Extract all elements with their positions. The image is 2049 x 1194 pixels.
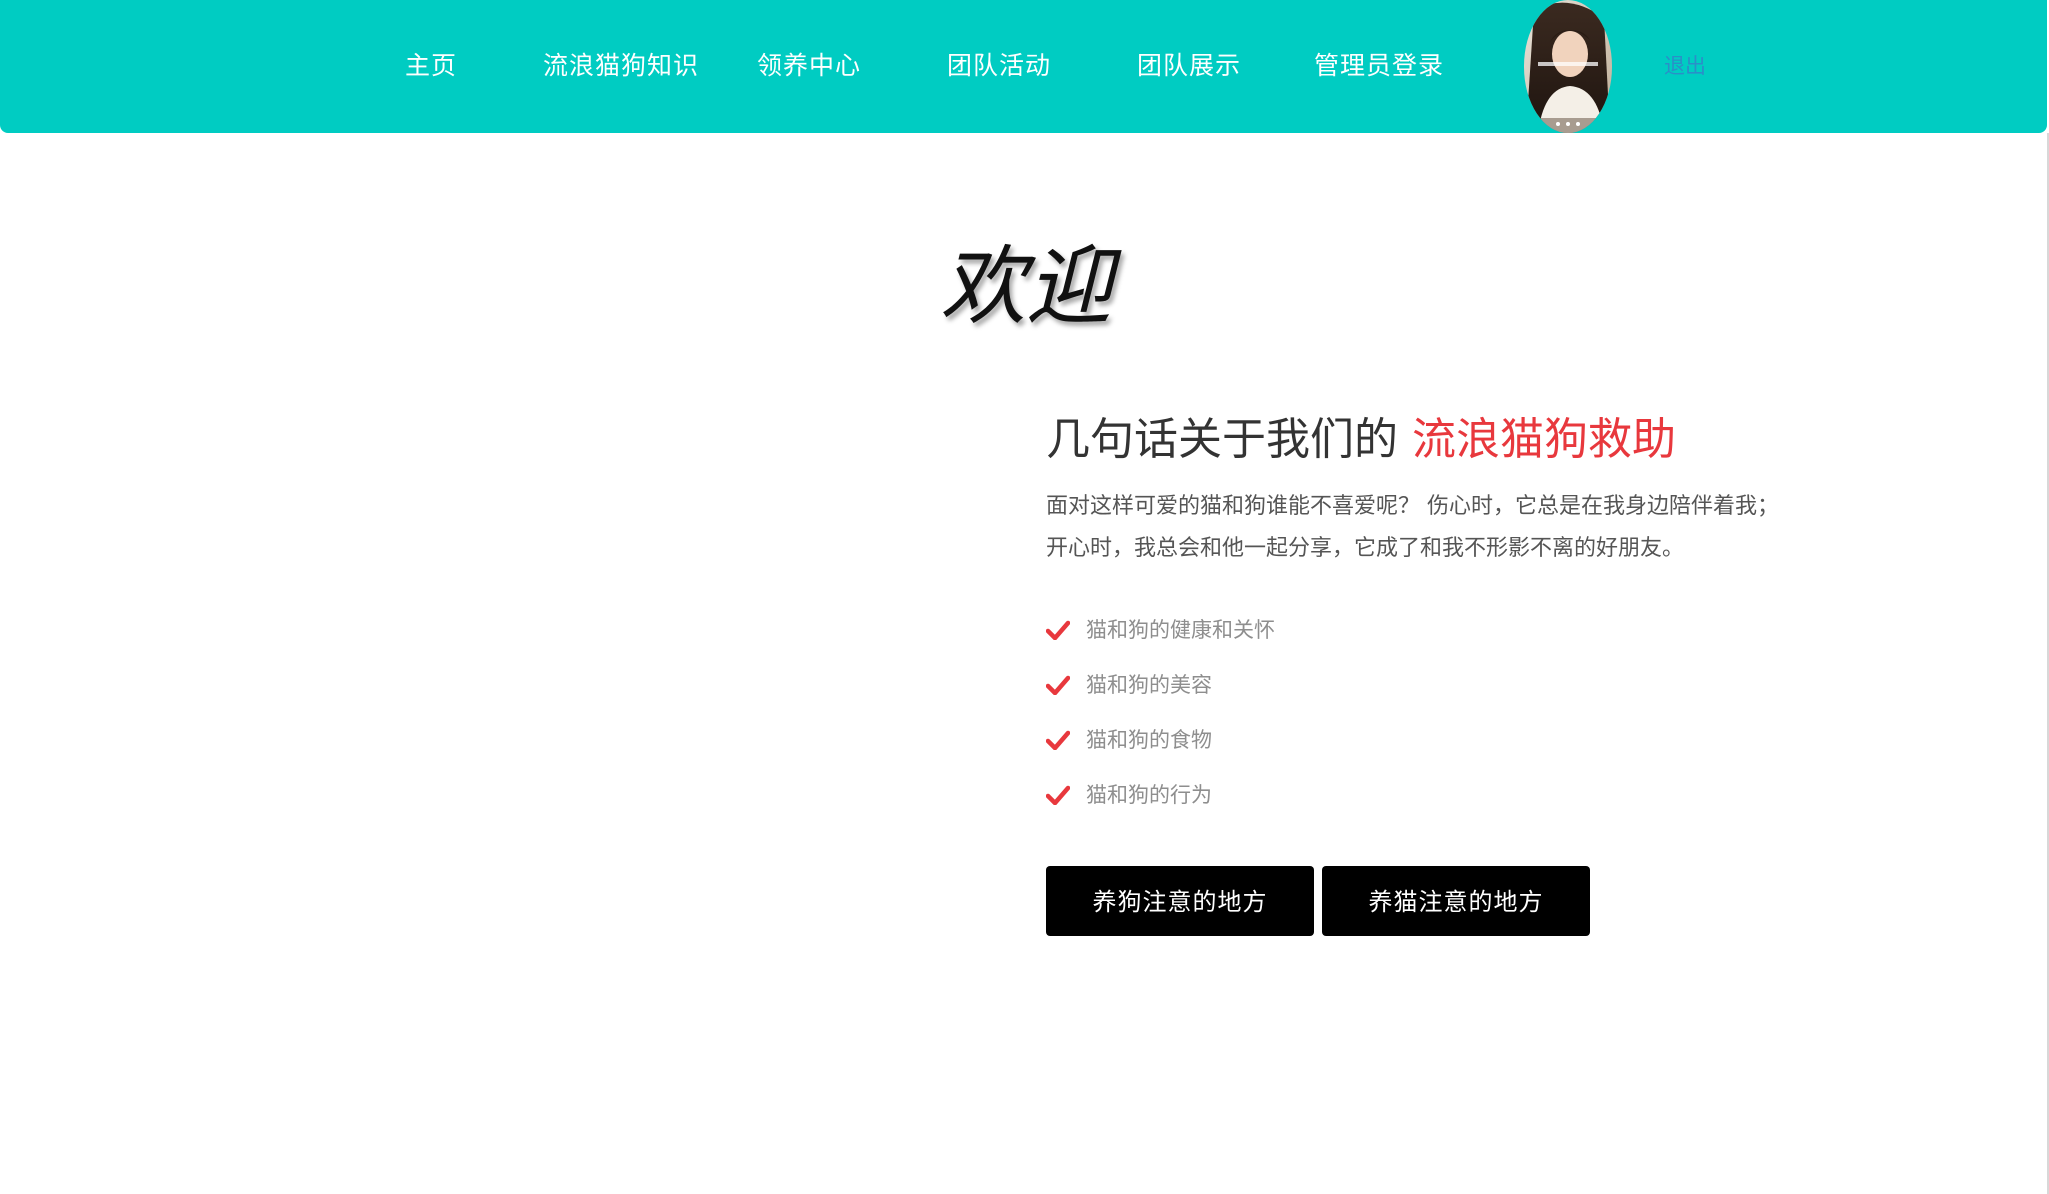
check-icon [1046,610,1070,650]
feature-item: 猫和狗的健康和关怀 [1046,610,1275,665]
user-avatar[interactable] [1524,0,1612,133]
about-title-highlight: 流浪猫狗救助 [1412,414,1676,465]
nav-team-showcase[interactable]: 团队展示 [1130,44,1248,88]
check-icon [1046,720,1070,760]
feature-item: 猫和狗的美容 [1046,665,1275,720]
feature-label: 猫和狗的健康和关怀 [1086,618,1275,642]
cat-care-tips-button[interactable]: 养猫注意的地方 [1322,866,1590,936]
intro-paragraph: 面对这样可爱的猫和狗谁能不喜爱呢？ 伤心时，它总是在我身边陪伴着我； 开心时，我… [1046,486,1946,570]
feature-list: 猫和狗的健康和关怀 猫和狗的美容 猫和狗的食物 猫和狗的行为 [1046,610,1275,830]
feature-item: 猫和狗的行为 [1046,775,1275,830]
top-navbar: 主页 流浪猫狗知识 领养中心 团队活动 团队展示 管理员登录 退出 [0,0,2047,133]
nav-home[interactable]: 主页 [372,44,490,88]
nav-stray-knowledge[interactable]: 流浪猫狗知识 [536,44,706,88]
intro-line: 开心时，我总会和他一起分享，它成了和我不形影不离的好朋友。 [1046,536,1685,561]
feature-item: 猫和狗的食物 [1046,720,1275,775]
logout-link[interactable]: 退出 [1664,46,1706,86]
page: 主页 流浪猫狗知识 领养中心 团队活动 团队展示 管理员登录 退出 欢迎 几句话… [0,0,2049,1194]
about-title-prefix: 几句话关于我们的 [1046,414,1398,465]
feature-label: 猫和狗的美容 [1086,673,1212,697]
dog-care-tips-button[interactable]: 养狗注意的地方 [1046,866,1314,936]
feature-label: 猫和狗的食物 [1086,728,1212,752]
welcome-heading: 欢迎 [940,237,1112,337]
about-title: 几句话关于我们的 流浪猫狗救助 [1046,410,1676,470]
nav-team-activity[interactable]: 团队活动 [940,44,1058,88]
check-icon [1046,775,1070,815]
intro-line: 面对这样可爱的猫和狗谁能不喜爱呢？ 伤心时，它总是在我身边陪伴着我； [1046,494,1779,519]
feature-label: 猫和狗的行为 [1086,783,1212,807]
nav-adoption-center[interactable]: 领养中心 [750,44,868,88]
nav-admin-login[interactable]: 管理员登录 [1306,44,1452,88]
avatar-photo-icon [1524,0,1612,133]
check-icon [1046,665,1070,705]
